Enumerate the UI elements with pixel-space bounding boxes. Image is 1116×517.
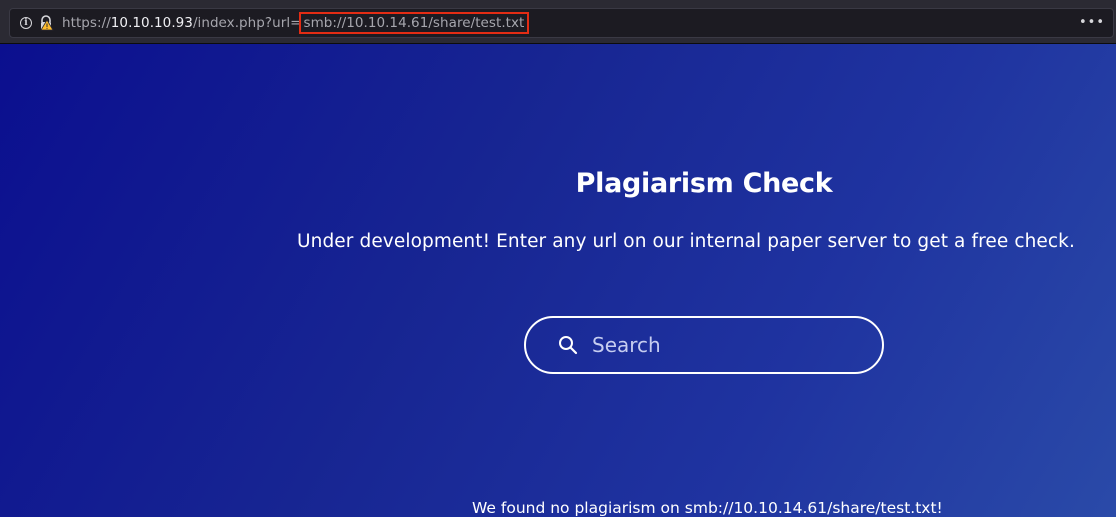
url-scheme: https:// bbox=[62, 15, 111, 31]
url-highlighted-param: smb://10.10.14.61/share/test.txt bbox=[298, 12, 530, 34]
result-message: We found no plagiarism on smb://10.10.14… bbox=[472, 499, 943, 517]
page-title: Plagiarism Check bbox=[575, 168, 833, 199]
url-host: 10.10.10.93 bbox=[110, 15, 193, 31]
browser-toolbar: i https://10.10.10.93/index.php?url= smb:… bbox=[0, 0, 1116, 44]
address-bar[interactable]: i https://10.10.10.93/index.php?url= smb:… bbox=[9, 8, 1114, 38]
browser-window: i https://10.10.10.93/index.php?url= smb:… bbox=[0, 0, 1116, 517]
page-subtitle: Under development! Enter any url on our … bbox=[297, 231, 1075, 252]
url-path: /index.php?url= bbox=[192, 15, 302, 31]
more-icon[interactable]: ••• bbox=[1079, 15, 1105, 30]
page-content: Plagiarism Check Under development! Ente… bbox=[0, 44, 1116, 517]
info-icon[interactable]: i bbox=[20, 17, 32, 29]
search-input[interactable] bbox=[592, 330, 852, 360]
url-text[interactable]: https://10.10.10.93/index.php?url= smb://… bbox=[62, 12, 530, 34]
insecure-lock-icon[interactable] bbox=[38, 15, 54, 31]
search-box[interactable] bbox=[524, 316, 884, 374]
search-icon bbox=[559, 336, 578, 355]
